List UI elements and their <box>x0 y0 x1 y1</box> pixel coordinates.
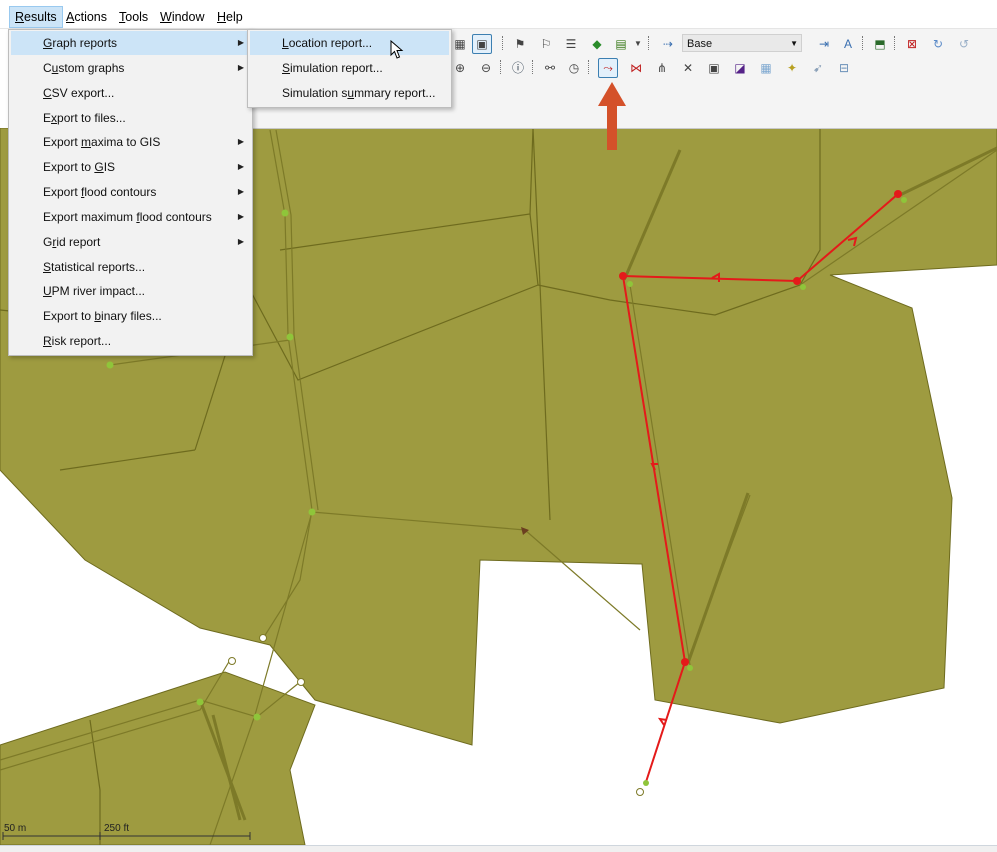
menu-item-export-to-files[interactable]: Export to files... <box>11 106 250 130</box>
outlet-node <box>636 788 644 796</box>
scenario-dropdown[interactable]: Base ▼ <box>682 34 802 52</box>
network-node <box>196 698 204 706</box>
text-style-icon[interactable]: A <box>838 34 858 54</box>
network-delete-icon[interactable]: ✕ <box>678 58 698 78</box>
mouse-pointer-icon <box>390 40 404 59</box>
stack-icon[interactable]: ☰ <box>561 34 581 54</box>
ruler-icon[interactable]: ⊟ <box>834 58 854 78</box>
chevron-right-icon: ▶ <box>237 38 244 47</box>
delete-grid-icon[interactable]: ⊠ <box>902 34 922 54</box>
menu-item-export-binary-files[interactable]: Export to binary files... <box>11 304 250 328</box>
menu-tools[interactable]: Tools <box>114 7 153 27</box>
flag-edit-icon[interactable]: ⚐ <box>536 34 556 54</box>
menu-item-grid-report[interactable]: Grid report ▶ <box>11 230 250 254</box>
chevron-right-icon: ▶ <box>237 137 244 146</box>
menu-item-export-maxima-gis[interactable]: Export maxima to GIS ▶ <box>11 130 250 154</box>
map-export-icon[interactable]: ⬒ <box>870 34 890 54</box>
network-node <box>901 197 907 203</box>
menu-item-export-max-flood-contours[interactable]: Export maximum flood contours ▶ <box>11 205 250 229</box>
map-box-alt-icon[interactable]: ◪ <box>730 58 750 78</box>
graph-reports-submenu: Location report... Simulation report... … <box>247 29 452 108</box>
results-menu: Graph reports ▶ Custom graphs ▶ CSV expo… <box>8 29 253 356</box>
pointer-icon[interactable]: ➹ <box>808 58 828 78</box>
view-icon[interactable]: ▣ <box>472 34 492 54</box>
scale-label-imperial: 250 ft <box>104 823 130 834</box>
menu-bar: Results Actions Tools Window Help <box>0 0 997 29</box>
network-merge-icon[interactable]: ⋔ <box>652 58 672 78</box>
route-arrow-icon[interactable]: ⇥ <box>814 34 834 54</box>
info-icon[interactable]: ⓘ <box>508 58 528 78</box>
route-node <box>619 272 627 280</box>
network-node <box>281 209 289 217</box>
menu-item-csv-export[interactable]: CSV export... <box>11 81 250 105</box>
table-icon[interactable]: ▤ <box>611 34 631 54</box>
network-node <box>286 333 294 341</box>
network-node <box>106 361 114 369</box>
chevron-right-icon: ▶ <box>237 63 244 72</box>
wand-icon[interactable]: ✦ <box>782 58 802 78</box>
route-node <box>793 277 801 285</box>
catchment-polygon <box>0 671 316 846</box>
route-node <box>894 190 902 198</box>
zoom-in-icon[interactable]: ⊕ <box>450 58 470 78</box>
menu-item-graph-reports[interactable]: Graph reports ▶ <box>11 31 250 55</box>
grid-icon[interactable]: ▦ <box>450 34 470 54</box>
scenario-value: Base <box>687 38 713 50</box>
chevron-right-icon: ▶ <box>237 187 244 196</box>
clock-icon[interactable]: ◷ <box>564 58 584 78</box>
menu-window[interactable]: Window <box>155 7 209 27</box>
chevron-right-icon: ▶ <box>237 212 244 221</box>
outlet-node <box>228 657 236 665</box>
dropdown-chevron-icon[interactable]: ▼ <box>632 34 644 54</box>
binoculars-icon[interactable]: ⚯ <box>540 58 560 78</box>
flag-tool-icon[interactable]: ⚑ <box>510 34 530 54</box>
menu-item-export-to-gis[interactable]: Export to GIS ▶ <box>11 155 250 179</box>
chevron-right-icon: ▶ <box>237 237 244 246</box>
menu-item-simulation-report[interactable]: Simulation report... <box>250 56 449 80</box>
refresh-alt-icon[interactable]: ↺ <box>954 34 974 54</box>
menu-item-export-flood-contours[interactable]: Export flood contours ▶ <box>11 180 250 204</box>
outlet-node <box>297 678 305 686</box>
menu-results[interactable]: Results <box>9 6 63 28</box>
scale-label-metric: 50 m <box>4 823 27 834</box>
refresh-icon[interactable]: ↻ <box>928 34 948 54</box>
network-node <box>687 665 693 671</box>
menu-help[interactable]: Help <box>212 7 248 27</box>
network-node <box>800 284 806 290</box>
network-node <box>308 508 316 516</box>
network-node <box>643 780 649 786</box>
route-node <box>681 658 689 666</box>
map-box-icon[interactable]: ▣ <box>704 58 724 78</box>
network-node <box>627 281 633 287</box>
zoom-out-icon[interactable]: ⊖ <box>476 58 496 78</box>
route-icon[interactable]: ⇢ <box>658 34 678 54</box>
menu-item-simulation-summary-report[interactable]: Simulation summary report... <box>250 81 449 105</box>
layers-icon[interactable]: ◆ <box>587 34 607 54</box>
annotation-arrow-icon <box>598 82 626 150</box>
outlet-node <box>259 634 267 642</box>
menu-item-statistical-reports[interactable]: Statistical reports... <box>11 255 250 279</box>
menu-item-upm-river-impact[interactable]: UPM river impact... <box>11 279 250 303</box>
chevron-down-icon: ▼ <box>790 39 798 48</box>
menu-actions[interactable]: Actions <box>61 7 112 27</box>
map-grid-icon[interactable]: ▦ <box>756 58 776 78</box>
network-node <box>253 713 261 721</box>
menu-item-location-report[interactable]: Location report... <box>250 31 449 55</box>
chevron-right-icon: ▶ <box>237 162 244 171</box>
network-trace-icon[interactable]: ⤳ <box>598 58 618 78</box>
menu-item-risk-report[interactable]: Risk report... <box>11 329 250 353</box>
network-split-icon[interactable]: ⋈ <box>626 58 646 78</box>
menu-item-custom-graphs[interactable]: Custom graphs ▶ <box>11 56 250 80</box>
